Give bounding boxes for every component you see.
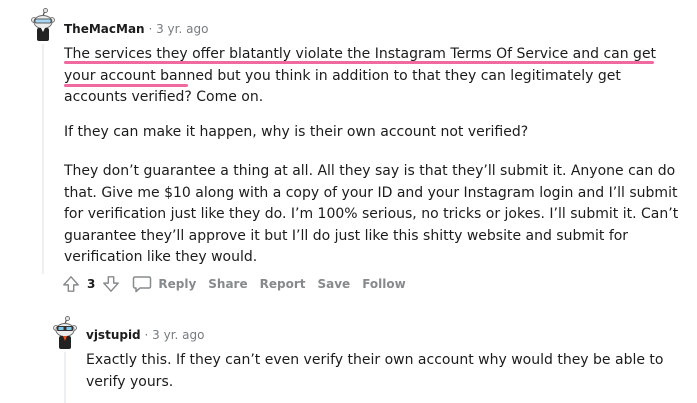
avatar[interactable] xyxy=(50,316,80,350)
comment-action-bar: 3 Reply Share Report Save Follow xyxy=(60,271,406,297)
reply-bubble-icon xyxy=(132,275,152,293)
pink-underline-mark xyxy=(64,61,654,64)
username-link[interactable]: vjstupid xyxy=(86,328,141,342)
avatar[interactable] xyxy=(28,8,58,42)
reply-label: Reply xyxy=(158,277,197,291)
comment-paragraph: They don’t guarantee a thing at all. All… xyxy=(64,163,679,265)
meta-separator: · xyxy=(148,22,153,36)
vote-score: 3 xyxy=(87,277,96,291)
comment-meta: vjstupid · 3 yr. ago xyxy=(86,328,204,342)
reply-button[interactable]: Reply xyxy=(132,275,196,293)
meta-separator: · xyxy=(144,328,149,342)
report-button[interactable]: Report xyxy=(260,277,306,291)
comment-paragraph: If they can make it happen, why is their… xyxy=(64,124,529,140)
upvote-icon[interactable] xyxy=(60,273,82,295)
username-link[interactable]: TheMacMan xyxy=(64,22,145,36)
downvote-icon[interactable] xyxy=(100,273,122,295)
highlighted-text: account banned xyxy=(99,67,213,84)
snoo-avatar-icon xyxy=(31,8,55,41)
save-button[interactable]: Save xyxy=(317,277,350,291)
follow-button[interactable]: Follow xyxy=(362,277,406,291)
comment-age[interactable]: 3 yr. ago xyxy=(152,328,204,342)
comment-paragraph: Exactly this. If they can’t even verify … xyxy=(86,352,664,390)
pink-underline-mark xyxy=(64,84,188,87)
comment-age[interactable]: 3 yr. ago xyxy=(156,22,208,36)
snoo-avatar-icon xyxy=(53,316,77,349)
comment-meta: TheMacMan · 3 yr. ago xyxy=(64,22,208,36)
share-button[interactable]: Share xyxy=(208,277,247,291)
comment-paragraph: The services they offer blatantly violat… xyxy=(64,44,688,109)
